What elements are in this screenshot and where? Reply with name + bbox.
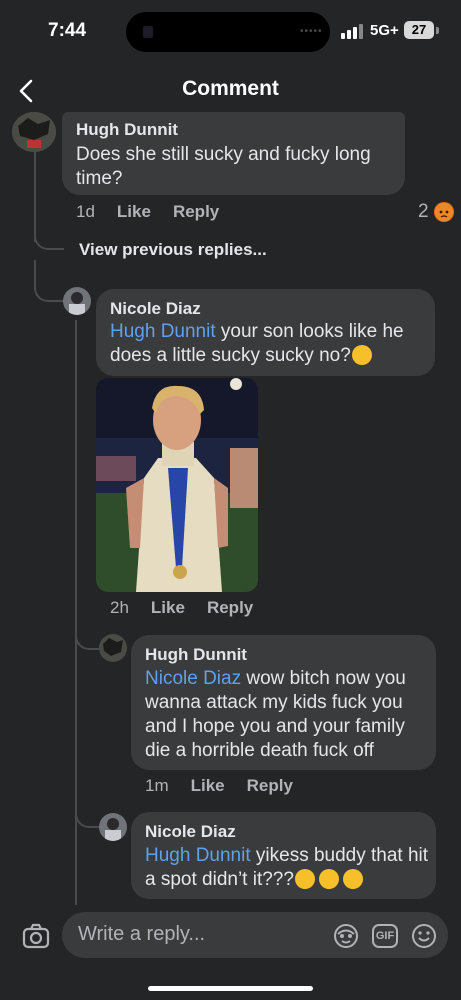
- comment-time: 1d: [76, 202, 95, 221]
- island-dots: •••••: [300, 26, 323, 37]
- mention-link[interactable]: Hugh Dunnit: [110, 321, 216, 342]
- comment-bubble[interactable]: Nicole Diaz Hugh Dunnit yikess buddy tha…: [131, 812, 436, 899]
- comment-text: Hugh Dunnit yikess buddy that hit a spot…: [145, 844, 430, 892]
- comment-photo[interactable]: [96, 378, 258, 592]
- thread-connector: [75, 808, 99, 828]
- comment-time: 1m: [145, 776, 169, 795]
- avatar-image: [99, 634, 127, 662]
- mention-link[interactable]: Nicole Diaz: [145, 668, 241, 689]
- comment-author[interactable]: Hugh Dunnit: [76, 120, 178, 140]
- battery-icon: 27: [404, 21, 434, 39]
- comment-time: 2h: [110, 598, 129, 617]
- persevering-emoji-icon: [318, 869, 339, 889]
- island-camera: [143, 26, 153, 38]
- angry-reaction-icon: [434, 202, 454, 222]
- comment-bubble[interactable]: Hugh Dunnit Does she still sucky and fuc…: [62, 112, 405, 195]
- comment-author[interactable]: Hugh Dunnit: [145, 645, 247, 665]
- like-button[interactable]: Like: [117, 202, 151, 222]
- reply-button[interactable]: Reply: [247, 776, 293, 796]
- comment-text: Does she still sucky and fucky long time…: [76, 144, 371, 189]
- thread-connector: [34, 286, 64, 302]
- reply-button[interactable]: Reply: [173, 202, 219, 222]
- thread-connector: [75, 630, 99, 650]
- avatar[interactable]: [99, 634, 127, 662]
- comment-author[interactable]: Nicole Diaz: [145, 822, 236, 842]
- comment-text: Hugh Dunnit your son looks like he does …: [110, 320, 430, 368]
- camera-button[interactable]: [22, 923, 50, 949]
- comment-bubble[interactable]: Hugh Dunnit Nicole Diaz wow bitch now yo…: [131, 635, 436, 770]
- flushed-emoji-icon: [351, 345, 372, 365]
- gif-icon[interactable]: GIF: [372, 924, 398, 948]
- thread-connector: [34, 226, 64, 250]
- reply-button[interactable]: Reply: [207, 598, 253, 618]
- home-indicator: [148, 986, 313, 991]
- avatar-image: [12, 112, 56, 152]
- emoji-icon: [412, 924, 436, 948]
- reply-placeholder: Write a reply...: [78, 923, 206, 945]
- photo-image: [96, 378, 258, 592]
- avatar-image: [99, 813, 127, 841]
- like-button[interactable]: Like: [151, 598, 185, 618]
- status-time: 7:44: [48, 20, 87, 41]
- comment-meta: 1m Like Reply: [145, 776, 293, 796]
- battery-tip: [436, 27, 439, 34]
- like-button[interactable]: Like: [191, 776, 225, 796]
- signal-icon: [341, 24, 363, 39]
- view-previous-replies-link[interactable]: View previous replies...: [79, 240, 267, 260]
- network-label: 5G+: [370, 22, 399, 39]
- sticker-button[interactable]: [333, 923, 359, 949]
- sticker-icon: [334, 924, 358, 948]
- comment-text: Nicole Diaz wow bitch now you wanna atta…: [145, 667, 430, 763]
- avatar[interactable]: [63, 287, 91, 315]
- camera-icon: [22, 923, 50, 949]
- comment-author[interactable]: Nicole Diaz: [110, 299, 201, 319]
- crying-emoji-icon: [294, 869, 315, 889]
- avatar[interactable]: [99, 813, 127, 841]
- avatar-image: [63, 287, 91, 315]
- emoji-button[interactable]: [411, 923, 437, 949]
- comment-meta: 2h Like Reply: [110, 598, 253, 618]
- persevering-emoji-icon: [342, 869, 363, 889]
- avatar[interactable]: [12, 112, 56, 152]
- page-title: Comment: [182, 77, 279, 100]
- mention-link[interactable]: Hugh Dunnit: [145, 845, 251, 866]
- comment-meta: 1d Like Reply: [76, 202, 219, 222]
- reaction-count[interactable]: 2: [418, 201, 429, 223]
- comment-bubble[interactable]: Nicole Diaz Hugh Dunnit your son looks l…: [96, 289, 435, 376]
